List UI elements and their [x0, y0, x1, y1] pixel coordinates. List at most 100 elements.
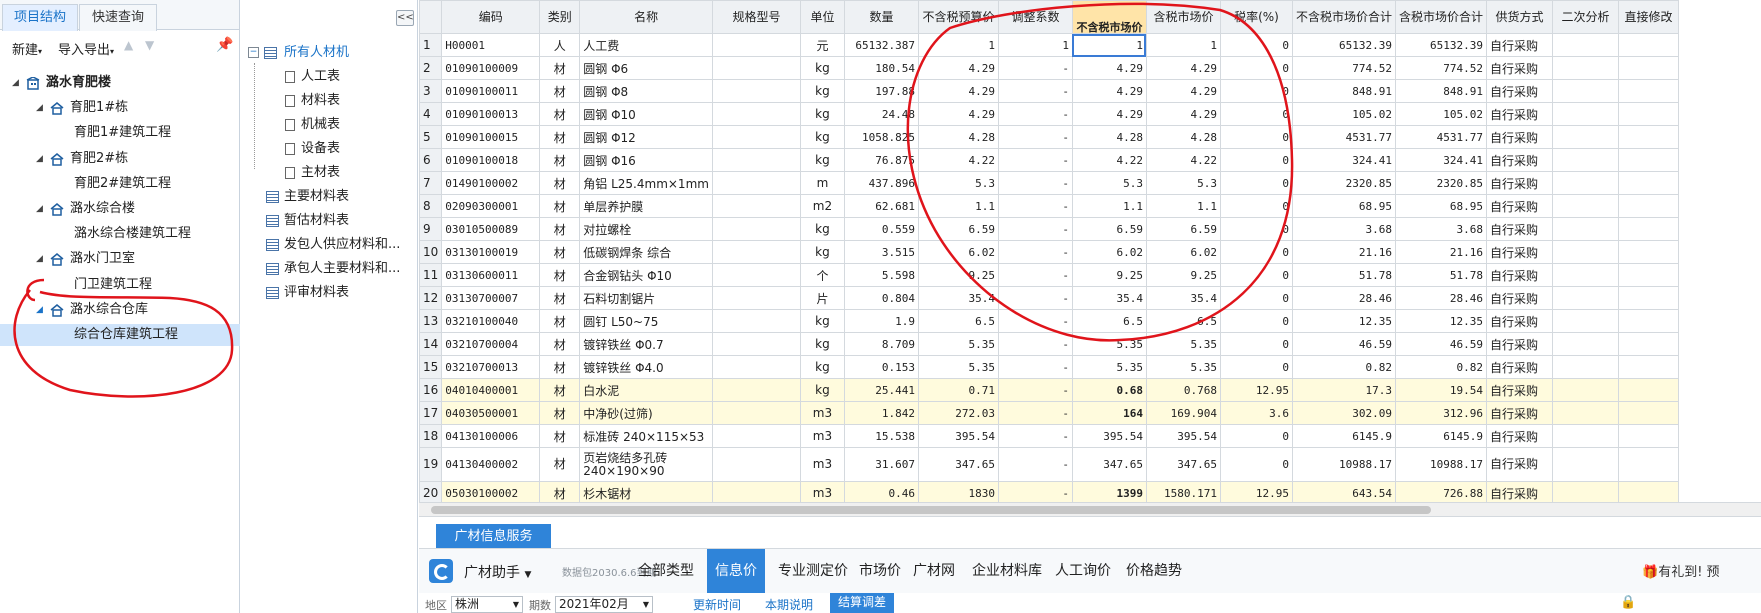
table-cell[interactable]: 03010500089: [441, 217, 541, 241]
table-cell[interactable]: [1551, 240, 1619, 264]
column-header[interactable]: 调整系数: [997, 0, 1073, 34]
table-row[interactable]: 12 03130700007 材石料切割锯片片 0.804 35.4-35.4 35.4 0…: [419, 286, 1679, 310]
move-down-icon[interactable]: ▼: [145, 38, 154, 52]
table-cell[interactable]: [1617, 332, 1679, 356]
table-cell[interactable]: kg: [799, 240, 845, 264]
table-cell[interactable]: 6.02: [1071, 240, 1147, 264]
table-cell[interactable]: 1399: [1071, 481, 1147, 502]
tab-project-structure[interactable]: 项目结构: [2, 4, 78, 31]
table-cell[interactable]: [711, 125, 801, 149]
table-cell[interactable]: [1551, 148, 1619, 172]
table-cell[interactable]: 4.29: [1145, 102, 1221, 126]
table-cell[interactable]: [1551, 79, 1619, 103]
table-cell[interactable]: 03210700013: [441, 355, 541, 379]
table-cell[interactable]: 材: [539, 447, 581, 482]
table-cell[interactable]: [711, 424, 801, 448]
price-source-tab[interactable]: 全部类型: [630, 549, 702, 594]
table-cell[interactable]: 4.29: [1145, 79, 1221, 103]
table-cell[interactable]: 圆钢 Φ6: [579, 56, 713, 80]
table-cell[interactable]: -: [997, 378, 1073, 402]
table-cell[interactable]: 自行采购: [1485, 102, 1553, 126]
table-cell[interactable]: m: [799, 171, 845, 195]
price-source-tab[interactable]: 广材网: [909, 549, 959, 594]
table-cell[interactable]: 04010400001: [441, 378, 541, 402]
table-cell[interactable]: 01090100015: [441, 125, 541, 149]
table-cell[interactable]: 1.842: [843, 401, 919, 425]
table-cell[interactable]: 35.4: [1145, 286, 1221, 310]
table-cell[interactable]: 单层养护膜: [579, 194, 713, 218]
period-select[interactable]: 2021年02月 ▼: [555, 596, 653, 613]
table-cell[interactable]: 中净砂(过筛): [579, 401, 713, 425]
tree-item[interactable]: 育肥1#建筑工程: [0, 122, 240, 144]
table-cell[interactable]: 1: [1071, 33, 1147, 57]
table-cell[interactable]: 03130600011: [441, 263, 541, 287]
table-cell[interactable]: 自行采购: [1485, 56, 1553, 80]
table-row[interactable]: 8 02090300001 材单层养护膜 m2 62.681 1.1-1.1 1.1 0 68.…: [419, 194, 1679, 218]
table-cell[interactable]: [1617, 33, 1679, 57]
table-cell[interactable]: 46.59: [1291, 332, 1396, 356]
table-cell[interactable]: 0: [1219, 309, 1293, 333]
table-cell[interactable]: [1551, 102, 1619, 126]
table-cell[interactable]: 312.96: [1394, 401, 1487, 425]
table-cell[interactable]: [711, 79, 801, 103]
column-header[interactable]: 不含税市场价: [1071, 0, 1147, 34]
table-cell[interactable]: 自行采购: [1485, 355, 1553, 379]
table-cell[interactable]: -: [997, 194, 1073, 218]
table-cell[interactable]: 自行采购: [1485, 481, 1553, 502]
table-cell[interactable]: 0: [1219, 171, 1293, 195]
table-cell[interactable]: [1551, 332, 1619, 356]
expand-caret-icon[interactable]: ◢: [36, 248, 43, 270]
price-source-tab[interactable]: 市场价: [856, 549, 904, 594]
column-header[interactable]: 含税市场价: [1145, 0, 1221, 34]
price-source-tab[interactable]: 人工询价: [1052, 549, 1114, 594]
table-cell[interactable]: [1617, 79, 1679, 103]
column-header[interactable]: [419, 0, 443, 34]
assistant-dropdown[interactable]: 广材助手 ▼: [464, 562, 531, 582]
table-cell[interactable]: 0.71: [917, 378, 999, 402]
table-cell[interactable]: 28.46: [1394, 286, 1487, 310]
table-cell[interactable]: 347.65: [1145, 447, 1221, 482]
table-cell[interactable]: [1551, 309, 1619, 333]
table-cell[interactable]: 自行采购: [1485, 125, 1553, 149]
table-cell[interactable]: 12.35: [1394, 309, 1487, 333]
table-cell[interactable]: 848.91: [1394, 79, 1487, 103]
column-header[interactable]: 供货方式: [1485, 0, 1553, 34]
table-cell[interactable]: 自行采购: [1485, 240, 1553, 264]
table-cell[interactable]: [1617, 102, 1679, 126]
table-cell[interactable]: kg: [799, 378, 845, 402]
table-cell[interactable]: 4.29: [1071, 79, 1147, 103]
table-cell[interactable]: 4.22: [1145, 148, 1221, 172]
table-cell[interactable]: 5.35: [917, 355, 999, 379]
table-cell[interactable]: 0.82: [1291, 355, 1396, 379]
table-cell[interactable]: 2320.85: [1291, 171, 1396, 195]
scrollbar-thumb[interactable]: [431, 506, 1431, 514]
table-row[interactable]: 20 05030100002 材杉木锯材 m3 0.46 1830-1399 1580.17…: [419, 481, 1679, 502]
table-cell[interactable]: [1551, 424, 1619, 448]
column-header[interactable]: 单位: [799, 0, 845, 34]
table-cell[interactable]: 324.41: [1394, 148, 1487, 172]
table-cell[interactable]: 6.59: [1145, 217, 1221, 241]
table-cell[interactable]: -: [997, 481, 1073, 502]
table-cell[interactable]: 4531.77: [1291, 125, 1396, 149]
table-cell[interactable]: 5.3: [917, 171, 999, 195]
table-cell[interactable]: 材: [539, 286, 581, 310]
table-cell[interactable]: 643.54: [1291, 481, 1396, 502]
table-row[interactable]: 1 H00001 人人工费元 65132.387 1 1 1 1 0 65132.39 65132.…: [419, 33, 1679, 57]
table-cell[interactable]: [1617, 378, 1679, 402]
tree-item[interactable]: ◢ 潞水门卫室: [0, 248, 240, 270]
table-cell[interactable]: 圆钢 Φ16: [579, 148, 713, 172]
table-cell[interactable]: 0: [1219, 79, 1293, 103]
table-cell[interactable]: [1617, 286, 1679, 310]
table-row[interactable]: 7 01490100002 材角铝 L25.4mm×1mm m 437.896 5.3-5…: [419, 171, 1679, 195]
column-header[interactable]: 编码: [441, 0, 541, 34]
price-source-tab[interactable]: 价格趋势: [1119, 549, 1189, 594]
import-export-dropdown-button[interactable]: 导入导出▾: [58, 39, 114, 58]
table-cell[interactable]: -: [997, 240, 1073, 264]
table-cell[interactable]: [1551, 355, 1619, 379]
table-cell[interactable]: 角铝 L25.4mm×1mm: [579, 171, 713, 195]
table-cell[interactable]: kg: [799, 125, 845, 149]
column-header[interactable]: 含税市场价合计: [1394, 0, 1487, 34]
table-cell[interactable]: -: [997, 79, 1073, 103]
table-cell[interactable]: -: [997, 171, 1073, 195]
table-cell[interactable]: [1617, 194, 1679, 218]
